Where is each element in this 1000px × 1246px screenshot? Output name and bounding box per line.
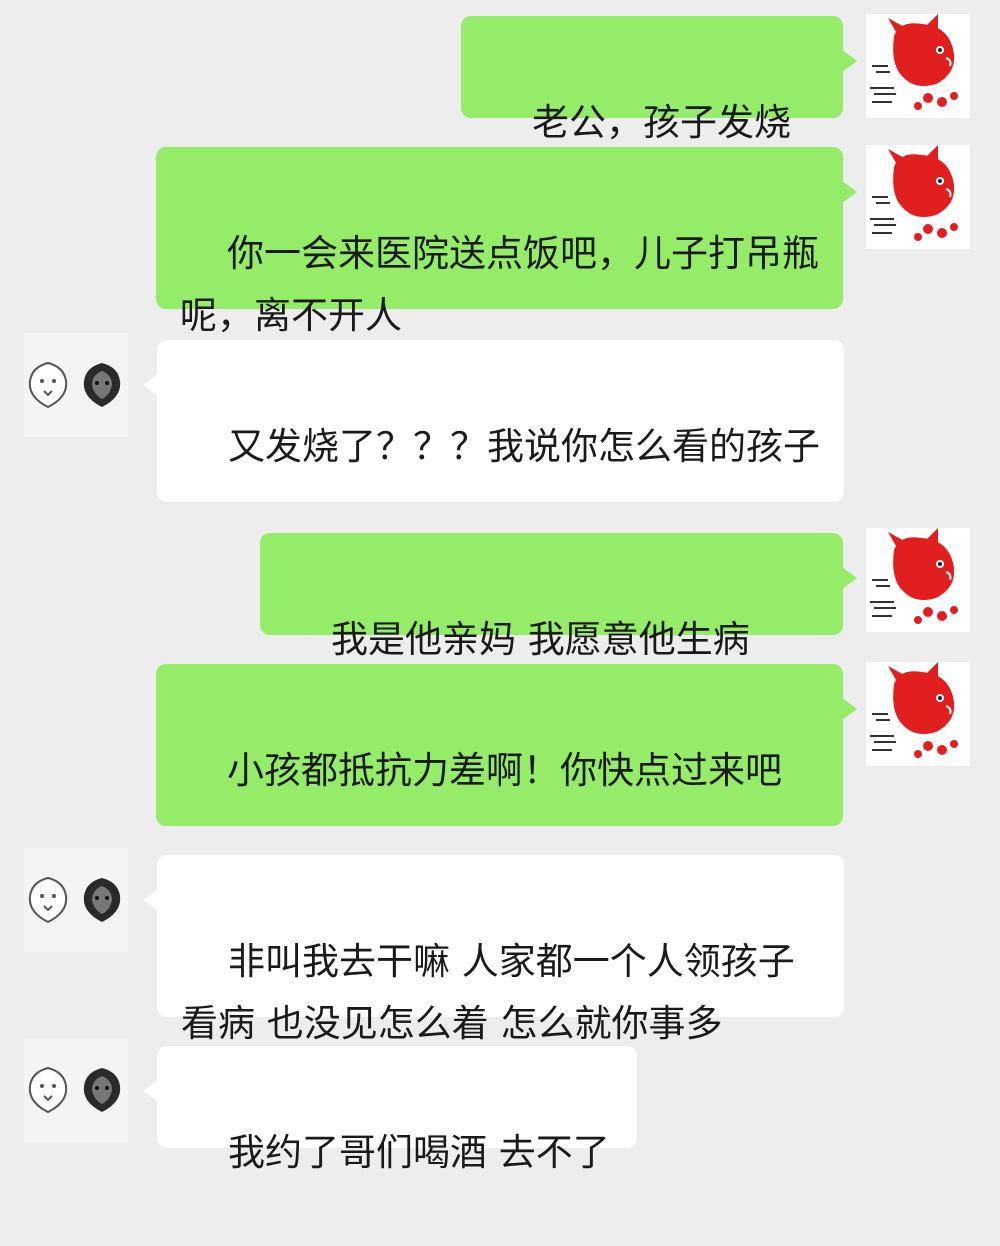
message-text: 你一会来医院送点饭吧，儿子打吊瓶呢，离不开人 <box>180 232 820 337</box>
message-bubble-incoming[interactable]: 又发烧了？？？我说你怎么看的孩子 <box>143 340 844 502</box>
peer-avatar[interactable] <box>24 1038 128 1142</box>
message-bubble-incoming[interactable]: 我约了哥们喝酒 去不了 <box>143 1046 637 1174</box>
message-bubble-incoming[interactable]: 非叫我去干嘛 人家都一个人领孩子看病 也没见怎么着 怎么就你事多 <box>143 855 844 1045</box>
peer-avatar[interactable] <box>24 848 128 952</box>
message-bubble-outgoing[interactable]: 老公，孩子发烧了 <box>461 16 857 206</box>
red-cartoon-avatar-icon <box>870 662 958 758</box>
lion-avatar-icon <box>28 1066 121 1114</box>
lion-avatar-icon <box>28 361 121 409</box>
message-text: 又发烧了？？？我说你怎么看的孩子 <box>228 425 821 468</box>
message-text: 非叫我去干嘛 人家都一个人领孩子看病 也没见怎么着 怎么就你事多 <box>181 940 795 1045</box>
message-bubble-outgoing[interactable]: 小孩都抵抗力差啊！你快点过来吧 <box>156 664 857 919</box>
message-text: 小孩都抵抗力差啊！你快点过来吧 <box>227 749 783 792</box>
red-cartoon-avatar-icon <box>870 145 958 241</box>
red-cartoon-avatar-icon <box>870 14 958 110</box>
message-text: 我约了哥们喝酒 去不了 <box>228 1131 610 1174</box>
self-avatar[interactable] <box>866 145 970 249</box>
self-avatar[interactable] <box>866 528 970 632</box>
message-bubble-outgoing[interactable]: 我是他亲妈 我愿意他生病吗？ <box>260 533 857 723</box>
lion-avatar-icon <box>28 876 121 924</box>
red-cartoon-avatar-icon <box>870 528 958 624</box>
message-bubble-outgoing[interactable]: 你一会来医院送点饭吧，儿子打吊瓶呢，离不开人 <box>156 147 857 337</box>
peer-avatar[interactable] <box>24 333 128 437</box>
self-avatar[interactable] <box>866 662 970 766</box>
self-avatar[interactable] <box>866 14 970 118</box>
